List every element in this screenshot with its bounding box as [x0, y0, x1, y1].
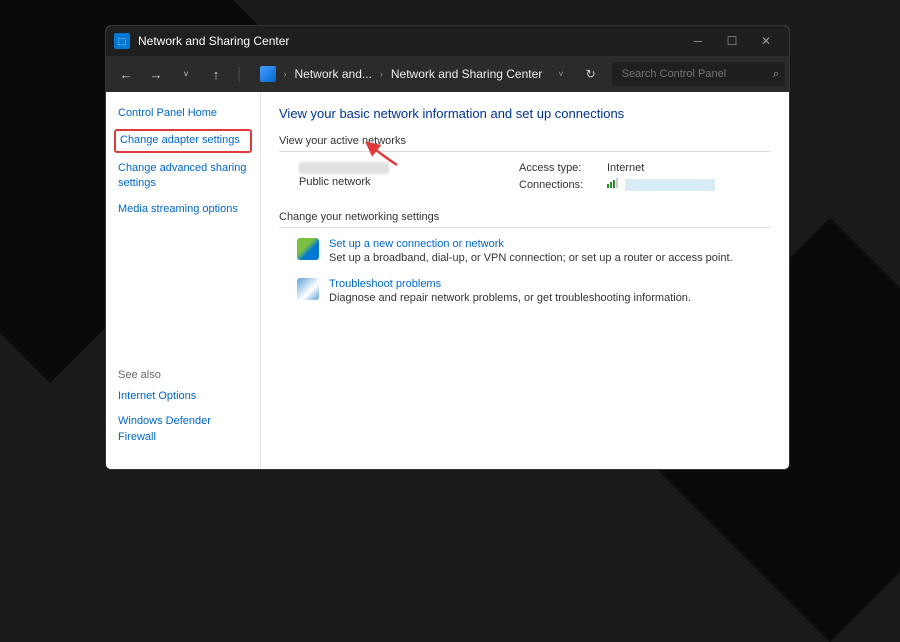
connections-label: Connections: [519, 179, 599, 191]
troubleshoot-desc: Diagnose and repair network problems, or… [329, 292, 691, 304]
sidebar-home-link[interactable]: Control Panel Home [118, 106, 248, 121]
recent-dropdown-icon[interactable]: ˅ [176, 69, 196, 79]
window-title: Network and Sharing Center [138, 34, 289, 48]
see-also-label: See also [118, 369, 248, 381]
search-icon: ⌕ [773, 68, 779, 81]
connection-name-redacted [625, 179, 715, 191]
change-settings-label: Change your networking settings [279, 211, 771, 223]
separator: │ [236, 67, 244, 81]
new-connection-icon [297, 238, 319, 260]
forward-button[interactable]: → [146, 67, 166, 82]
refresh-button[interactable]: ↻ [586, 67, 596, 81]
setup-connection-link[interactable]: Set up a new connection or network [329, 238, 733, 250]
network-icon [260, 66, 276, 82]
sidebar-adapter-link[interactable]: Change adapter settings [114, 129, 252, 152]
titlebar: ⬚ Network and Sharing Center ─ ☐ ✕ [106, 26, 789, 56]
active-network-row: Public network Access type: Internet Con… [279, 162, 771, 191]
control-panel-window: ⬚ Network and Sharing Center ─ ☐ ✕ ← → ˅… [105, 25, 790, 470]
chevron-down-icon[interactable]: ˅ [558, 69, 563, 79]
network-type-label: Public network [299, 176, 519, 188]
search-input[interactable] [612, 62, 785, 86]
navbar: ← → ˅ ↑ │ › Network and... › Network and… [106, 56, 789, 92]
divider [279, 227, 771, 228]
active-networks-label: View your active networks [279, 135, 771, 147]
connection-value[interactable] [607, 178, 715, 191]
divider [279, 151, 771, 152]
chevron-right-icon: › [284, 69, 287, 79]
sidebar-advanced-link[interactable]: Change advanced sharing settings [118, 161, 248, 192]
network-name-redacted [299, 162, 389, 174]
wifi-signal-icon [607, 178, 618, 188]
setup-connection-desc: Set up a broadband, dial-up, or VPN conn… [329, 252, 733, 264]
breadcrumb[interactable]: › Network and... › Network and Sharing C… [254, 66, 570, 82]
sidebar-media-link[interactable]: Media streaming options [118, 202, 248, 217]
troubleshoot-item: Troubleshoot problems Diagnose and repai… [297, 278, 771, 304]
access-type-label: Access type: [519, 162, 599, 174]
troubleshoot-icon [297, 278, 319, 300]
page-heading: View your basic network information and … [279, 106, 771, 121]
setup-connection-item: Set up a new connection or network Set u… [297, 238, 771, 264]
sidebar-firewall-link[interactable]: Windows Defender Firewall [118, 414, 248, 445]
sidebar: Control Panel Home Change adapter settin… [106, 92, 261, 469]
content-area: Control Panel Home Change adapter settin… [106, 92, 789, 469]
breadcrumb-item-1[interactable]: Network and... [295, 67, 372, 81]
close-button[interactable]: ✕ [757, 32, 775, 50]
breadcrumb-item-2[interactable]: Network and Sharing Center [391, 67, 542, 81]
troubleshoot-link[interactable]: Troubleshoot problems [329, 278, 691, 290]
up-button[interactable]: ↑ [206, 67, 226, 82]
chevron-right-icon: › [380, 69, 383, 79]
minimize-button[interactable]: ─ [689, 32, 707, 50]
access-type-value: Internet [607, 162, 715, 174]
app-icon: ⬚ [114, 33, 130, 49]
maximize-button[interactable]: ☐ [723, 32, 741, 50]
back-button[interactable]: ← [116, 67, 136, 82]
sidebar-internet-options-link[interactable]: Internet Options [118, 389, 248, 404]
main-panel: View your basic network information and … [261, 92, 789, 469]
